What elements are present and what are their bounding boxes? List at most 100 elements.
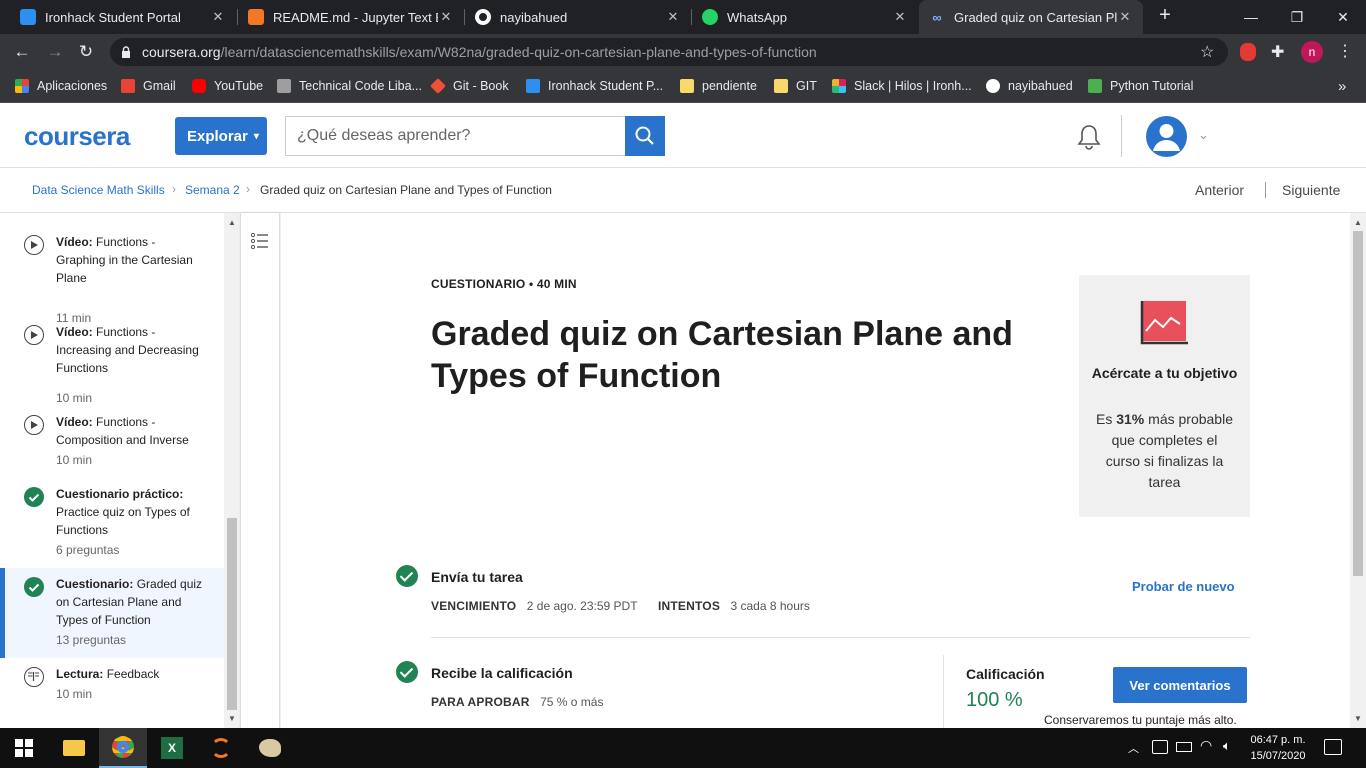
bell-icon[interactable] [1076,123,1102,151]
address-bar[interactable]: coursera.org/learn/datasciencemathskills… [110,38,1228,66]
close-tab-icon[interactable]: ✕ [210,9,226,25]
bookmark-github[interactable]: nayibahued [986,77,1073,95]
bookmark-python-tutorial[interactable]: Python Tutorial [1088,77,1193,95]
bookmark-apps[interactable]: Aplicaciones [15,77,107,95]
sidebar-item-meta: 10 min [56,453,93,467]
chevron-down-icon[interactable]: ⌄ [1198,127,1209,143]
sidebar-item-meta: 10 min [56,687,93,701]
excel-icon[interactable]: X [148,728,196,768]
bookmark-gmail[interactable]: Gmail [121,77,176,95]
bookmark-slack[interactable]: Slack | Hilos | Ironh... [832,77,972,95]
nav-divider [1265,182,1266,198]
window-close-icon[interactable]: ✕ [1320,0,1366,34]
close-tab-icon[interactable]: ✕ [892,9,908,25]
sidebar-scrollbar[interactable]: ▲ ▼ [224,213,240,728]
paint-icon[interactable] [246,728,294,768]
sidebar-item-label: Lectura: Feedback [56,667,160,681]
reload-icon[interactable]: ↻ [73,39,99,65]
previous-link[interactable]: Anterior [1195,182,1244,198]
more-bookmarks-icon[interactable]: » [1338,77,1346,95]
sidebar-scroll-thumb[interactable] [227,518,237,710]
browser-tab[interactable]: README.md - Jupyter Text Edit ✕ [238,0,464,34]
extensions-puzzle-icon[interactable]: ✚ [1271,42,1284,62]
technical-code-icon [277,79,291,93]
search-button[interactable] [625,116,665,156]
forward-icon[interactable]: → [42,39,68,65]
sidebar-item-video-increasing[interactable]: Vídeo: Functions - Increasing and Decrea… [0,323,224,413]
retry-link[interactable]: Probar de nuevo [1132,579,1235,594]
bookmark-git-book[interactable]: Git - Book [430,77,509,95]
page-title: Graded quiz on Cartesian Plane and Types… [431,315,1013,395]
gmail-icon [121,79,135,93]
w3schools-icon [1088,79,1102,93]
pass-details: PARA APROBAR 75 % o más [431,695,604,709]
scroll-down-icon[interactable]: ▼ [228,714,236,723]
chrome-taskbar-icon[interactable] [99,728,147,768]
back-icon[interactable]: ← [9,39,35,65]
sidebar-item-practice-quiz[interactable]: Cuestionario práctico: Practice quiz on … [0,485,224,567]
list-icon[interactable] [250,231,270,251]
close-tab-icon[interactable]: ✕ [438,9,454,25]
windows-taskbar: X ︿ ◠ 🔈︎ 06:47 p. m. 15/07/2020 [0,728,1366,768]
chevron-right-icon: › [172,182,176,196]
windows-start-icon[interactable] [0,728,48,768]
system-clock[interactable]: 06:47 p. m. 15/07/2020 [1249,732,1307,764]
restore-icon[interactable]: ❐ [1274,0,1320,34]
profile-avatar[interactable]: n [1301,41,1323,63]
notifications-icon[interactable] [1324,739,1342,755]
browser-toolbar: ← → ↻ coursera.org/learn/datasciencemath… [0,34,1366,70]
user-avatar[interactable] [1146,116,1187,157]
close-tab-icon[interactable]: ✕ [665,9,681,25]
sidebar-item-graded-quiz[interactable]: Cuestionario: Graded quiz on Cartesian P… [0,575,224,657]
submit-title: Envía tu tarea [431,569,523,585]
battery-icon[interactable] [1176,742,1192,752]
view-feedback-button[interactable]: Ver comentarios [1113,667,1247,703]
sidebar-item-reading-feedback[interactable]: Lectura: Feedback 10 min [0,665,224,715]
browser-tab-active[interactable]: ∞ Graded quiz on Cartesian Plane ✕ [919,0,1143,34]
bookmark-folder-pendiente[interactable]: pendiente [680,77,757,95]
main-scrollbar[interactable]: ▲ ▼ [1350,213,1366,728]
bookmark-youtube[interactable]: YouTube [192,77,263,95]
close-tab-icon[interactable]: ✕ [1117,9,1133,25]
next-link[interactable]: Siguiente [1282,182,1340,198]
jupyter-taskbar-icon[interactable] [197,728,245,768]
bookmark-star-icon[interactable]: ☆ [1200,42,1214,62]
goal-card-body: Es 31% más probable que completes el cur… [1096,411,1233,490]
bookmark-ironhack[interactable]: Ironhack Student P... [526,77,663,95]
browser-tab[interactable]: Ironhack Student Portal ✕ [10,0,236,34]
file-explorer-icon[interactable] [50,728,98,768]
scroll-down-icon[interactable]: ▼ [1354,714,1362,723]
minimize-icon[interactable]: — [1228,0,1274,34]
breadcrumb-course[interactable]: Data Science Math Skills [32,183,165,197]
slack-icon [832,79,846,93]
check-circle-icon [24,487,44,507]
chevron-down-icon: ▾ [253,130,259,142]
scroll-up-icon[interactable]: ▲ [228,218,236,227]
main-scroll-thumb[interactable] [1353,231,1363,576]
browser-tab[interactable]: nayibahued ✕ [465,0,691,34]
sidebar-item-video-graphing[interactable]: Vídeo: Functions - Graphing in the Carte… [0,233,224,325]
bookmark-folder-git[interactable]: GIT [774,77,817,95]
coursera-logo[interactable]: coursera [24,121,130,152]
ironhack-icon [526,79,540,93]
breadcrumb-week[interactable]: Semana 2 [185,183,240,197]
extension-icon[interactable] [1240,43,1256,61]
browser-tab[interactable]: WhatsApp ✕ [692,0,918,34]
tray-app-icon[interactable] [1152,740,1168,754]
item-kicker: CUESTIONARIO • 40 MIN [431,277,577,291]
scroll-up-icon[interactable]: ▲ [1354,218,1362,227]
tray-chevron-icon[interactable]: ︿ [1128,740,1139,756]
volume-icon[interactable]: 🔈︎ [1223,738,1231,754]
new-tab-icon[interactable]: + [1153,4,1177,30]
header-divider [1121,115,1122,157]
browser-tab-strip: Ironhack Student Portal ✕ README.md - Ju… [0,0,1366,34]
wifi-icon[interactable]: ◠ [1200,737,1212,754]
sidebar-item-label: Vídeo: Functions - Composition and Inver… [56,415,189,447]
sidebar-item-meta: 10 min [56,391,93,405]
jupyter-icon [248,9,264,25]
sidebar-item-video-composition[interactable]: Vídeo: Functions - Composition and Inver… [0,413,224,485]
chrome-menu-icon[interactable]: ⋮ [1337,41,1353,61]
search-input[interactable]: ¿Qué deseas aprender? [285,116,625,156]
explore-button[interactable]: Explorar ▾ [175,117,267,155]
bookmark-technical-code[interactable]: Technical Code Liba... [277,77,422,95]
